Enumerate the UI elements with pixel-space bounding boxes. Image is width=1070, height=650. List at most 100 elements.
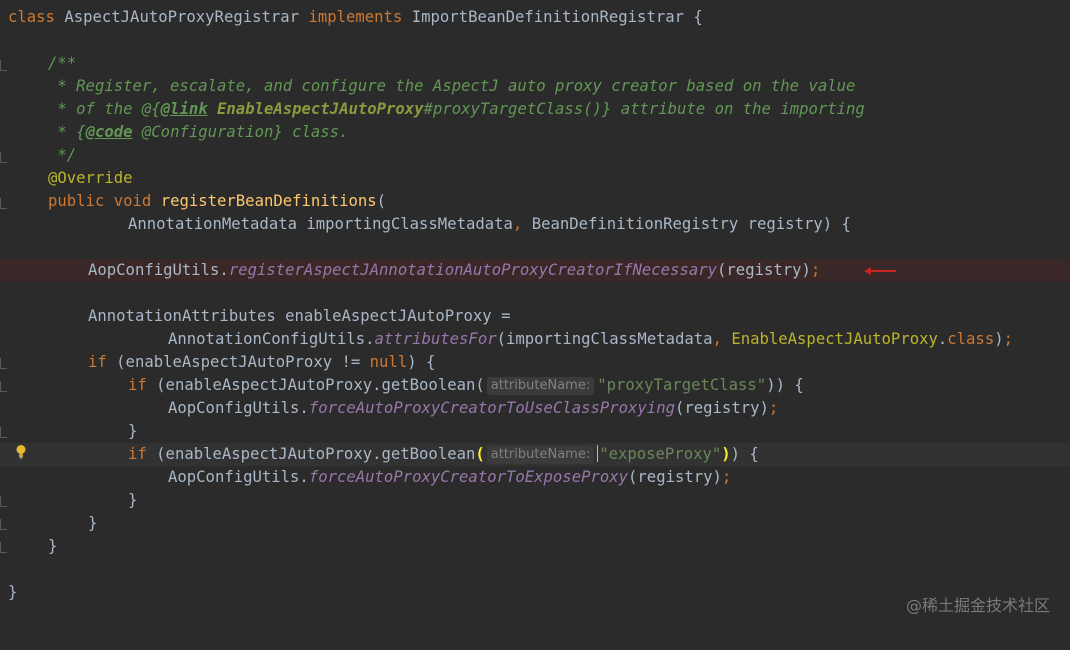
keyword: public <box>48 192 105 210</box>
keyword: void <box>113 192 152 210</box>
fold-marker-icon[interactable] <box>0 358 7 369</box>
javadoc-ref[interactable]: EnableAspectJAutoProxy <box>217 100 424 118</box>
class-ref: AnnotationConfigUtils. <box>168 330 375 348</box>
brace: } <box>8 583 18 601</box>
condition: (enableAspectJAutoProxy.getBoolean <box>146 445 476 463</box>
keyword: null <box>369 353 408 371</box>
parameter-hint: attributeName: <box>486 377 595 395</box>
method-name: registerBeanDefinitions <box>160 192 377 210</box>
keyword: class <box>947 330 995 348</box>
code-line[interactable]: } <box>0 535 1070 558</box>
args: (importingClassMetadata <box>496 330 713 348</box>
code-line[interactable]: */ <box>0 144 1070 167</box>
annotation: @Override <box>48 169 133 187</box>
javadoc: * Register, escalate, and configure the … <box>48 77 856 95</box>
paren: ( <box>376 192 387 210</box>
code-line[interactable]: @Override <box>0 167 1070 190</box>
highlighted-code-line[interactable]: AopConfigUtils.registerAspectJAnnotation… <box>0 259 1070 282</box>
class-ref: EnableAspectJAutoProxy <box>731 330 938 348</box>
fold-marker-icon[interactable] <box>0 381 7 392</box>
red-arrow-icon <box>864 267 896 275</box>
code-line[interactable]: } <box>0 489 1070 512</box>
brace: )) { <box>766 376 804 394</box>
fold-marker-icon[interactable] <box>0 542 7 553</box>
dot: . <box>937 330 948 348</box>
comma: , <box>712 330 722 348</box>
condition: (enableAspectJAutoProxy != <box>106 353 370 371</box>
brace: ) { <box>407 353 436 371</box>
fold-marker-icon[interactable] <box>0 427 7 438</box>
class-ref: AopConfigUtils. <box>168 399 309 417</box>
keyword: if <box>128 445 147 463</box>
javadoc-tag: @link <box>160 100 208 118</box>
lightbulb-icon[interactable] <box>15 444 27 460</box>
fold-marker-icon[interactable] <box>0 198 7 209</box>
comma: , <box>512 215 523 233</box>
class-name: AspectJAutoProxyRegistrar <box>64 8 300 26</box>
code-line[interactable]: } <box>0 512 1070 535</box>
string-literal: "exposeProxy" <box>599 445 722 463</box>
code-line[interactable]: * Register, escalate, and configure the … <box>0 75 1070 98</box>
code-line[interactable]: AnnotationAttributes enableAspectJAutoPr… <box>0 305 1070 328</box>
code-editor[interactable]: class AspectJAutoProxyRegistrar implemen… <box>0 0 1070 634</box>
code-line[interactable]: class AspectJAutoProxyRegistrar implemen… <box>0 6 1070 29</box>
code-line[interactable]: AopConfigUtils.forceAutoProxyCreatorToEx… <box>0 466 1070 489</box>
param: BeanDefinitionRegistry registry) { <box>522 215 851 233</box>
javadoc-tag: @code <box>85 123 133 141</box>
brace: } <box>128 491 138 509</box>
matched-bracket: ( <box>475 445 485 463</box>
interface-name: ImportBeanDefinitionRegistrar <box>411 8 684 26</box>
args: (registry) <box>674 399 769 417</box>
code-line[interactable]: /** <box>0 52 1070 75</box>
brace: { <box>684 8 703 26</box>
paren: ) <box>994 330 1004 348</box>
current-code-line[interactable]: if (enableAspectJAutoProxy.getBoolean(at… <box>0 443 1070 466</box>
semicolon: ; <box>810 261 821 279</box>
javadoc: /** <box>48 54 77 72</box>
static-method: forceAutoProxyCreatorToUseClassProxying <box>308 399 675 417</box>
param: AnnotationMetadata importingClassMetadat… <box>128 215 513 233</box>
watermark: @稀土掘金技术社区 <box>905 596 1050 615</box>
keyword: if <box>128 376 147 394</box>
semicolon: ; <box>1003 330 1013 348</box>
code-line[interactable]: AnnotationConfigUtils.attributesFor(impo… <box>0 328 1070 351</box>
static-method: forceAutoProxyCreatorToExposeProxy <box>308 468 629 486</box>
brace: } <box>88 514 98 532</box>
brace: ) { <box>730 445 759 463</box>
code-line[interactable]: public void registerBeanDefinitions( <box>0 190 1070 213</box>
statement: AnnotationAttributes enableAspectJAutoPr… <box>88 307 511 325</box>
args: (registry) <box>628 468 722 486</box>
code-line[interactable]: * {@code @Configuration} class. <box>0 121 1070 144</box>
fold-marker-icon[interactable] <box>0 519 7 530</box>
javadoc: * { <box>48 123 86 141</box>
static-method: registerAspectJAnnotationAutoProxyCreato… <box>228 261 718 279</box>
code-line[interactable]: } <box>0 420 1070 443</box>
string-literal: "proxyTargetClass" <box>597 376 767 394</box>
javadoc: #proxyTargetClass()} attribute on the im… <box>423 100 865 118</box>
fold-marker-icon[interactable] <box>0 60 7 71</box>
fold-marker-icon[interactable] <box>0 152 7 163</box>
code-line[interactable]: AnnotationMetadata importingClassMetadat… <box>0 213 1070 236</box>
static-method: attributesFor <box>374 330 497 348</box>
parameter-hint: attributeName: <box>486 446 595 464</box>
brace: } <box>48 537 58 555</box>
semicolon: ; <box>768 399 779 417</box>
matched-bracket: ) <box>721 445 731 463</box>
condition: (enableAspectJAutoProxy.getBoolean( <box>146 376 485 394</box>
javadoc: @Configuration} class. <box>132 123 349 141</box>
args: (registry) <box>717 261 811 279</box>
fold-marker-icon[interactable] <box>0 496 7 507</box>
code-line[interactable]: if (enableAspectJAutoProxy.getBoolean(at… <box>0 374 1070 397</box>
keyword: class <box>8 8 55 26</box>
code-line[interactable]: if (enableAspectJAutoProxy != null) { <box>0 351 1070 374</box>
javadoc: */ <box>48 146 77 164</box>
semicolon: ; <box>721 468 732 486</box>
code-line[interactable]: AopConfigUtils.forceAutoProxyCreatorToUs… <box>0 397 1070 420</box>
code-line[interactable]: * of the @{@link EnableAspectJAutoProxy#… <box>0 98 1070 121</box>
javadoc: * of the @{ <box>48 100 161 118</box>
class-ref: AopConfigUtils. <box>168 468 309 486</box>
keyword: if <box>88 353 107 371</box>
class-ref: AopConfigUtils. <box>88 261 229 279</box>
brace: } <box>128 422 138 440</box>
keyword: implements <box>308 8 403 26</box>
